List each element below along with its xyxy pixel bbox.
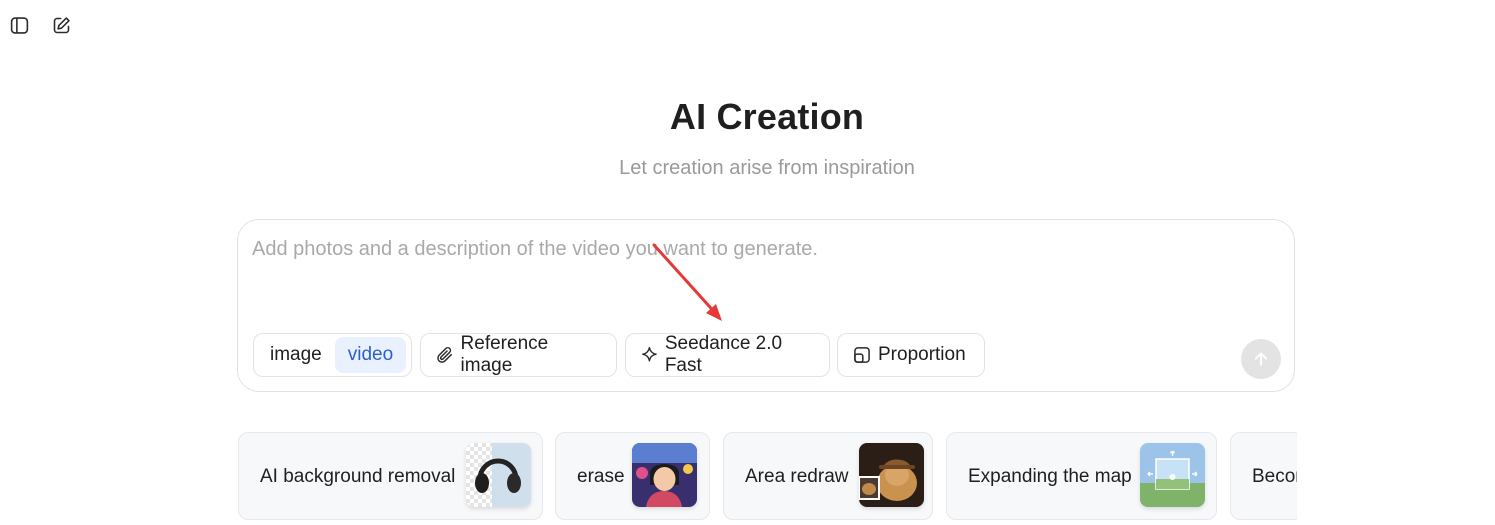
quick-action-label: Becor [1252,466,1297,487]
reference-image-button[interactable]: Reference image [420,333,617,377]
quick-action-background-removal[interactable]: AI background removal [238,432,543,520]
mode-option-image[interactable]: image [257,337,335,373]
prompt-composer: image video Reference image Seedance 2.0… [237,219,1295,392]
reference-image-label: Reference image [460,333,549,376]
arrow-up-icon [1254,352,1268,366]
headphones-thumbnail [466,443,531,507]
aspect-ratio-icon [854,347,870,363]
sparkle-icon [642,346,657,362]
girl-photo-thumbnail [632,443,697,507]
paperclip-icon [437,346,453,363]
quick-action-label: erase [577,466,625,487]
quick-action-expanding-the-map[interactable]: Expanding the map [946,432,1217,520]
quick-action-label: Expanding the map [968,466,1132,487]
sidebar-toggle-icon [10,16,28,34]
model-selector[interactable]: Seedance 2.0 Fast [625,333,830,377]
quick-action-label: Area redraw [745,466,849,487]
dog-photo-thumbnail [859,443,924,507]
new-chat-button[interactable] [48,12,74,38]
landscape-thumbnail [1140,443,1205,507]
page-title: AI Creation [669,96,865,137]
model-label: Seedance 2.0 Fast [664,333,783,376]
proportion-label: Proportion [878,344,966,365]
prompt-input[interactable] [252,238,1272,328]
mode-toggle: image video [253,333,412,377]
quick-actions-row: AI background removal erase Area redraw … [237,432,1297,525]
quick-action-become[interactable]: Becor [1230,432,1297,520]
quick-action-area-redraw[interactable]: Area redraw [723,432,933,520]
quick-action-erase[interactable]: erase [555,432,710,520]
page: AI Creation Let creation arise from insp… [0,0,1495,525]
mode-option-video[interactable]: video [334,337,407,373]
sidebar-toggle-button[interactable] [6,12,32,38]
edit-icon [53,16,70,33]
quick-action-label: AI background removal [260,466,456,487]
send-button[interactable] [1241,339,1281,379]
proportion-selector[interactable]: Proportion [837,333,985,377]
page-subtitle: Let creation arise from inspiration [619,157,915,179]
